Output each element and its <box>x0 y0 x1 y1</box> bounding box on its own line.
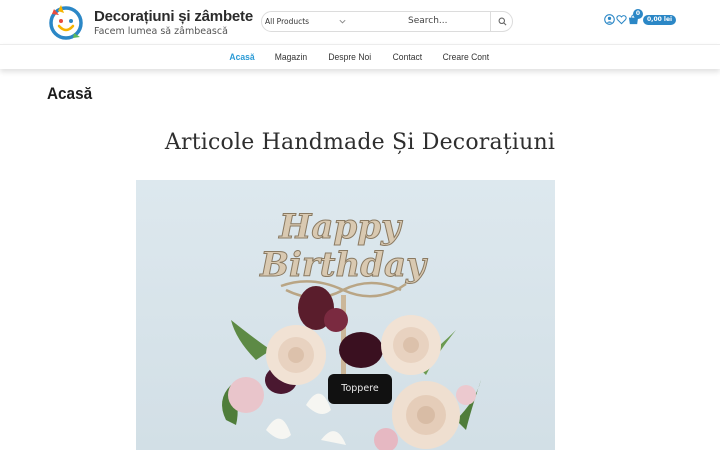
hero-image[interactable]: Happy Birthday <box>136 180 555 450</box>
site-tagline: Facem lumea să zâmbească <box>94 26 228 37</box>
cart-count-badge[interactable]: 0 <box>633 9 643 19</box>
nav-item-contact[interactable]: Contact <box>392 46 421 70</box>
page-title: Acasă <box>47 84 93 103</box>
nav-item-create-account[interactable]: Creare Cont <box>443 46 490 70</box>
main-navigation: Acasă Magazin Despre Noi Contact Creare … <box>0 44 720 69</box>
smiley-logo-icon[interactable] <box>48 3 84 41</box>
search-button[interactable] <box>490 12 512 31</box>
hero-heading: Articole Handmade Și Decorațiuni <box>164 130 556 155</box>
nav-item-shop[interactable]: Magazin <box>275 46 307 70</box>
svg-text:Happy: Happy <box>278 207 403 247</box>
chevron-down-icon[interactable] <box>338 17 347 26</box>
search-bar: All Products Search... <box>261 11 513 32</box>
cart-total[interactable]: 0,00 lei <box>643 15 677 25</box>
search-input[interactable]: Search... <box>408 12 448 31</box>
heart-icon[interactable] <box>616 14 627 25</box>
nav-item-home[interactable]: Acasă <box>229 46 254 70</box>
site-title[interactable]: Decorațiuni și zâmbete <box>94 8 253 25</box>
image-caption-button[interactable]: Toppere <box>328 374 392 404</box>
search-icon <box>498 17 507 26</box>
svg-text:Birthday: Birthday <box>259 245 428 285</box>
site-header: Decorațiuni și zâmbete Facem lumea să zâ… <box>0 0 720 44</box>
birthday-cake-topper-image: Happy Birthday <box>136 180 555 450</box>
nav-item-about[interactable]: Despre Noi <box>328 46 371 70</box>
user-circle-icon[interactable] <box>604 14 615 25</box>
